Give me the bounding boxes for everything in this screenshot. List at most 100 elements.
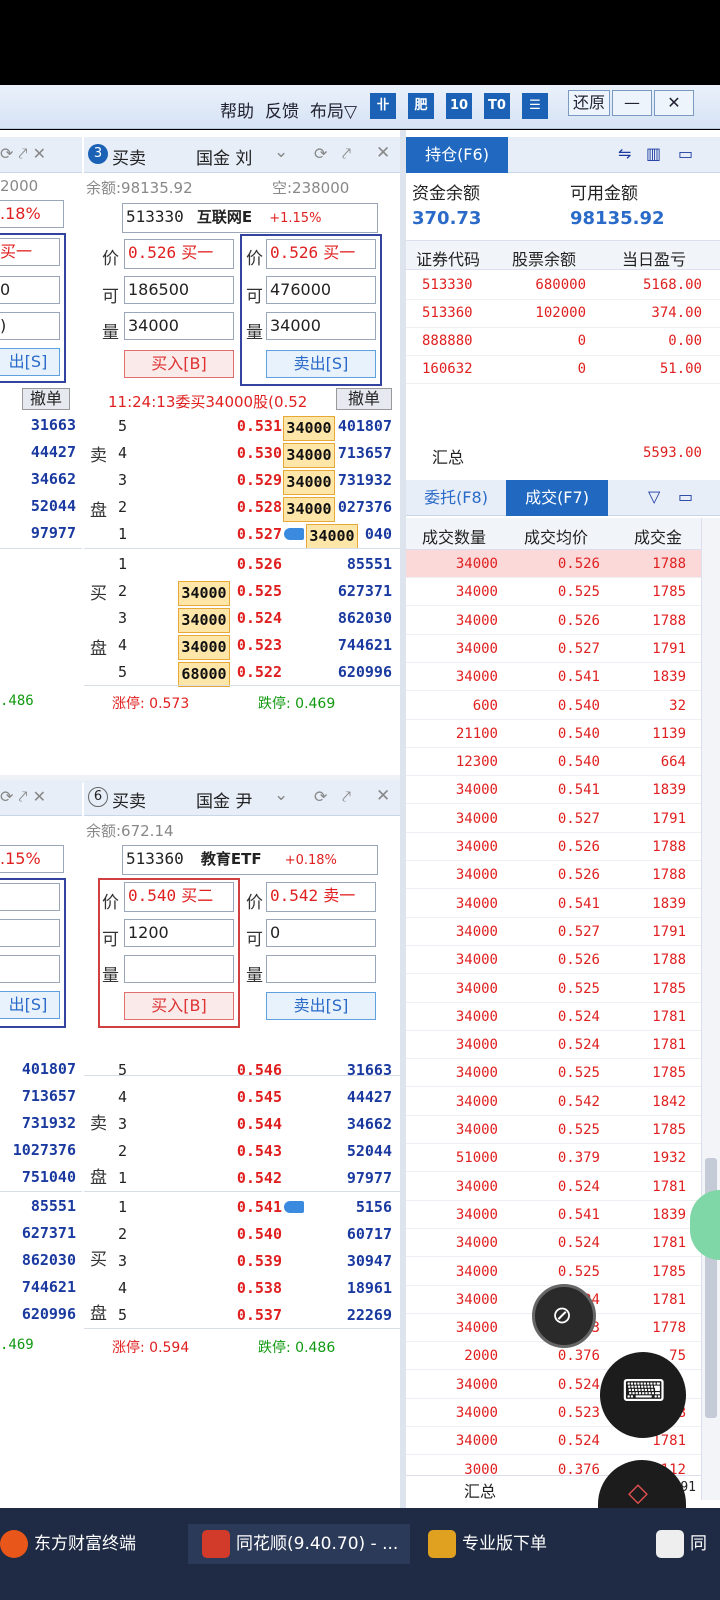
trade-row[interactable]: 34000 0.541 1839	[406, 890, 701, 918]
trade-row[interactable]: 34000 0.524 1781	[406, 1003, 701, 1031]
trade-row[interactable]: 12300 0.540 664	[406, 748, 701, 777]
left-qty[interactable]: )	[0, 312, 60, 340]
filter-icon[interactable]: ▽	[648, 487, 660, 506]
trade-row[interactable]: 34000 0.525 1785	[406, 578, 701, 607]
tab-holdings[interactable]: 持仓(F6)	[406, 137, 508, 173]
book-price[interactable]: 0.526	[226, 555, 282, 573]
undo-button[interactable]: 撤单	[336, 388, 392, 410]
tab-orders[interactable]: 委托(F8)	[406, 480, 506, 516]
book-price[interactable]: 0.545	[226, 1088, 282, 1106]
left-price[interactable]	[0, 883, 60, 911]
book-price[interactable]: 0.537	[226, 1306, 282, 1324]
feedback-menu[interactable]: 反馈	[265, 97, 299, 122]
chevron-down-icon[interactable]: ⌄	[274, 785, 288, 805]
trade-row[interactable]: 51000 0.379 1932	[406, 1144, 701, 1173]
taskbar-app-other[interactable]: 同	[656, 1524, 720, 1564]
close-button[interactable]: ✕	[654, 90, 694, 116]
book-price[interactable]: 0.544	[226, 1115, 282, 1133]
grid-button[interactable]: 肥	[408, 93, 434, 119]
order-quantity-badge[interactable]: 34000	[178, 608, 230, 633]
buy-price-input[interactable]: 0.540 买二	[124, 882, 234, 912]
buy-price-input[interactable]: 0.526 买一	[124, 239, 234, 269]
columns-icon[interactable]: ▥	[646, 144, 661, 163]
order-quantity-badge[interactable]: 34000	[178, 581, 230, 606]
trade-row[interactable]: 34000 0.524 1781	[406, 1229, 701, 1258]
book-price[interactable]: 0.524	[226, 609, 282, 627]
book-price[interactable]: 0.531	[226, 417, 282, 435]
trade-row[interactable]: 34000 0.541 1839	[406, 663, 701, 692]
layout-menu[interactable]: 布局▽	[310, 97, 357, 122]
order-quantity-badge[interactable]: 34000	[178, 635, 230, 660]
trade-row[interactable]: 34000 0.525 1785	[406, 1258, 701, 1286]
trade-row[interactable]: 34000 0.524 1781	[406, 1031, 701, 1060]
book-price[interactable]: 0.538	[226, 1279, 282, 1297]
trade-row[interactable]: 34000 0.527 1791	[406, 918, 701, 946]
left-sell-button[interactable]: 出[S]	[0, 348, 60, 376]
book-price[interactable]: 0.546	[226, 1061, 282, 1079]
floating-pin-button[interactable]: ⊘	[532, 1284, 596, 1348]
book-price[interactable]: 0.541	[226, 1198, 282, 1216]
refresh-icon[interactable]: ⟳	[314, 787, 327, 806]
book-price[interactable]: 0.523	[226, 636, 282, 654]
pin-button[interactable]: 卝	[370, 93, 396, 119]
buy-button[interactable]: 买入[B]	[124, 350, 234, 378]
stock-code-input[interactable]: 513360 教育ETF +0.18%	[122, 845, 378, 875]
book-price[interactable]: 0.543	[226, 1142, 282, 1160]
order-quantity-badge[interactable]: 68000	[178, 662, 230, 687]
book-price[interactable]: 0.530	[226, 444, 282, 462]
holding-row[interactable]: 160632 0 51.00	[406, 356, 720, 384]
taskbar-app-eastmoney[interactable]: 东方财富终端	[0, 1524, 185, 1564]
sell-price-input[interactable]: 0.542 卖一	[266, 882, 376, 912]
link-icon[interactable]: ⤤	[342, 144, 351, 164]
maximize-icon[interactable]: ▭	[678, 144, 693, 163]
trade-row[interactable]: 600 0.540 32	[406, 692, 701, 720]
trade-row[interactable]: 34000 0.524 1781	[406, 1173, 701, 1201]
book-price[interactable]: 0.542	[226, 1169, 282, 1187]
taskbar-app-ths[interactable]: 同花顺(9.40.70) - ...	[188, 1524, 410, 1564]
trade-row[interactable]: 34000 0.527 1791	[406, 635, 701, 663]
book-price[interactable]: 0.522	[226, 663, 282, 681]
stock-code-input[interactable]: 513330 互联网E +1.15%	[122, 203, 378, 233]
trade-row[interactable]: 34000 0.525 1785	[406, 1059, 701, 1088]
trade-row[interactable]: 21100 0.540 1139	[406, 720, 701, 748]
trade-row[interactable]: 34000 0.526 1788	[406, 946, 701, 975]
trade-row[interactable]: 34000 0.526 1788	[406, 861, 701, 890]
trade-row[interactable]: 34000 0.541 1839	[406, 1201, 701, 1229]
book-price[interactable]: 0.525	[226, 582, 282, 600]
restore-button[interactable]: 还原	[568, 90, 610, 116]
refresh-icon[interactable]: ⟳	[314, 144, 327, 163]
sell-qty-input[interactable]: 34000	[266, 312, 376, 340]
book-price[interactable]: 0.529	[226, 471, 282, 489]
account-select[interactable]: 国金 刘	[196, 144, 252, 169]
left-price[interactable]: 买一	[0, 238, 60, 266]
sell-button[interactable]: 卖出[S]	[266, 992, 376, 1020]
maximize-icon[interactable]: ▭	[678, 487, 693, 506]
trade-row[interactable]: 34000 0.525 1785	[406, 1116, 701, 1144]
left-avail[interactable]: 0	[0, 276, 60, 304]
account-select[interactable]: 国金 尹	[196, 787, 252, 812]
sell-qty-input[interactable]	[266, 955, 376, 983]
tab-trades[interactable]: 成交(F7)	[506, 480, 608, 516]
close-icon[interactable]: ✕	[376, 143, 390, 163]
sell-button[interactable]: 卖出[S]	[266, 350, 376, 378]
book-price[interactable]: 0.540	[226, 1225, 282, 1243]
refresh-icon[interactable]: ⟳ ⤤ ✕	[0, 144, 46, 164]
minimize-button[interactable]: —	[612, 90, 652, 116]
refresh-icon[interactable]: ⟳ ⤤ ✕	[0, 787, 46, 807]
trade-row[interactable]: 34000 0.525 1785	[406, 975, 701, 1003]
t0-button[interactable]: T0	[484, 93, 510, 119]
book-price[interactable]: 0.528	[226, 498, 282, 516]
swap-icon[interactable]: ⇋	[618, 144, 631, 163]
holding-row[interactable]: 888880 0 0.00	[406, 328, 720, 356]
trade-row[interactable]: 34000 0.542 1842	[406, 1088, 701, 1116]
trades-scrollbar[interactable]	[701, 518, 720, 1500]
link-icon[interactable]: ⤤	[342, 787, 351, 807]
ten-button[interactable]: 10	[446, 93, 472, 119]
left-qty[interactable]	[0, 955, 60, 983]
holding-row[interactable]: 513330 680000 5168.00	[406, 272, 720, 300]
close-icon[interactable]: ✕	[376, 786, 390, 806]
holding-row[interactable]: 513360 102000 374.00	[406, 300, 720, 328]
buy-qty-input[interactable]: 34000	[124, 312, 234, 340]
trade-row[interactable]: 34000 0.526 1788	[406, 550, 701, 578]
list-button[interactable]: ☰	[522, 93, 548, 119]
